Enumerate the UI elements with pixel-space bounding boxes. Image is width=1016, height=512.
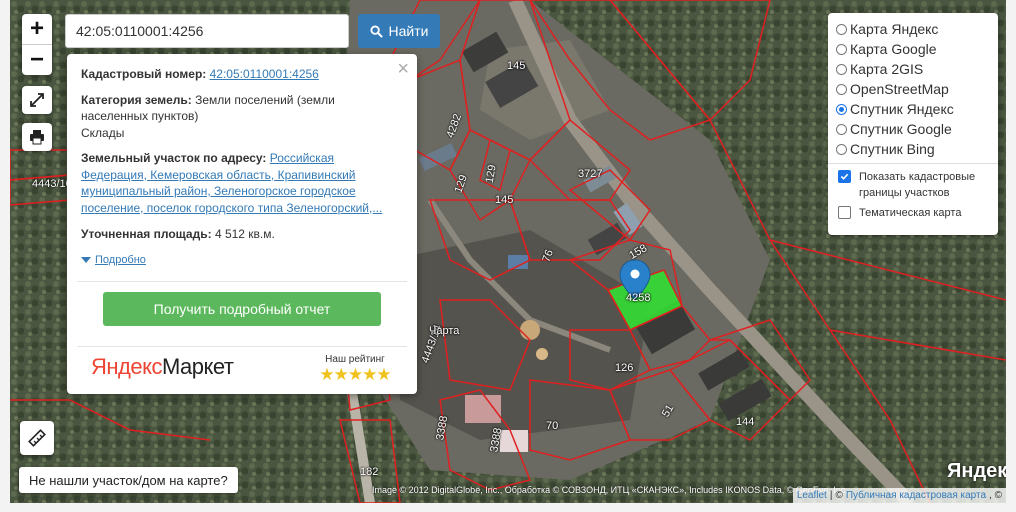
search-input[interactable] (65, 14, 349, 48)
divider (77, 346, 407, 347)
imagery-attribution: Image © 2012 DigitalGlobe, Inc., Обработ… (372, 485, 848, 495)
ruler-icon (28, 429, 46, 447)
cadastral-number-row: Кадастровый номер: 42:05:0110001:4256 (81, 66, 391, 83)
print-button[interactable] (22, 123, 52, 151)
radio-button[interactable] (836, 143, 847, 155)
search-button-label: Найти (388, 23, 429, 39)
layer-option-osm[interactable]: OpenStreetMap (836, 81, 949, 97)
layer-option-google-map[interactable]: Карта Google (836, 41, 937, 57)
area-row: Уточненная площадь: 4 512 кв.м. (81, 226, 391, 243)
layer-option-bing-satellite[interactable]: Спутник Bing (836, 141, 935, 157)
leaflet-link[interactable]: Leaflet (797, 490, 827, 501)
fullscreen-icon (30, 93, 44, 107)
layer-option-google-satellite[interactable]: Спутник Google (836, 121, 952, 137)
parcel-label: 4258 (626, 292, 651, 304)
cadastral-number-label: Кадастровый номер: (81, 67, 207, 81)
rating-label: Наш рейтинг (325, 354, 385, 365)
land-use-value: Склады (81, 125, 125, 140)
area-value: 4 512 кв.м. (214, 227, 275, 241)
cadastral-number-link[interactable]: 42:05:0110001:4256 (210, 67, 319, 81)
land-category-label: Категория земель: (81, 92, 192, 107)
check-icon (840, 173, 849, 180)
map-attribution: Leaflet | © Публичная кадастровая карта … (792, 488, 1006, 503)
yandex-market-logo[interactable]: ЯндексМаркет (91, 354, 234, 380)
ruler-button[interactable] (20, 421, 54, 455)
map-frame[interactable]: 145 4282 3727 129 129 145 158 76 126 425… (10, 0, 1006, 503)
layer-option-2gis-map[interactable]: Карта 2GIS (836, 61, 923, 77)
layers-panel: Карта Яндекс Карта Google Карта 2GIS Ope… (828, 13, 998, 235)
checkbox-checked[interactable] (838, 170, 851, 183)
parcel-label: 3727 (578, 168, 603, 180)
address-label: Земельный участок по адресу: (81, 151, 267, 165)
layer-option-yandex-satellite[interactable]: Спутник Яндекс (836, 101, 954, 117)
get-report-button[interactable]: Получить подробный отчет (103, 292, 381, 326)
checkbox[interactable] (838, 206, 851, 219)
radio-button[interactable] (836, 43, 847, 55)
layer-option-yandex-map[interactable]: Карта Яндекс (836, 21, 938, 37)
search-button[interactable]: Найти (358, 14, 440, 48)
parcel-label: 70 (546, 420, 559, 432)
parcel-label: Чарта (429, 325, 460, 337)
radio-button[interactable] (836, 83, 847, 95)
radio-button[interactable] (836, 63, 847, 75)
radio-button[interactable] (836, 123, 847, 135)
rating-widget[interactable]: Наш рейтинг ★★★★★ (315, 354, 395, 385)
fullscreen-button[interactable] (22, 86, 52, 114)
divider (77, 281, 407, 282)
caret-down-icon (81, 256, 91, 263)
search-icon (369, 24, 383, 38)
not-found-button[interactable]: Не нашли участок/дом на карте? (19, 467, 238, 493)
pkk-link[interactable]: Публичная кадастровая карта (846, 490, 986, 501)
radio-button-selected[interactable] (836, 103, 847, 115)
rating-stars: ★★★★★ (319, 365, 391, 384)
area-label: Уточненная площадь: (81, 227, 212, 241)
zoom-in-button[interactable]: + (22, 14, 52, 44)
parcel-label: 145 (495, 194, 514, 206)
land-category-row: Категория земель: Земли поселений (земли… (81, 92, 391, 142)
details-toggle[interactable]: Подробно (81, 252, 391, 269)
radio-button[interactable] (836, 23, 847, 35)
overlay-cadastral-borders[interactable]: Показать кадастровые границы участков (838, 169, 988, 201)
parcel-label: 144 (736, 416, 755, 428)
address-row: Земельный участок по адресу: Российская … (81, 150, 391, 216)
parcel-info-popup: × Кадастровый номер: 42:05:0110001:4256 … (67, 54, 417, 394)
parcel-label: 182 (360, 466, 379, 478)
overlay-thematic-map[interactable]: Тематическая карта (838, 205, 961, 221)
divider (828, 163, 998, 164)
zoom-control: + − (22, 14, 52, 75)
zoom-out-button[interactable]: − (22, 44, 52, 75)
print-icon (30, 130, 44, 145)
parcel-label: 145 (507, 60, 526, 72)
parcel-label: 126 (615, 362, 634, 374)
yandex-logo: Яндекс (947, 460, 1006, 482)
parcel-label: 4443/10 (32, 178, 72, 190)
close-icon[interactable]: × (397, 58, 409, 81)
details-toggle-label: Подробно (95, 253, 146, 266)
